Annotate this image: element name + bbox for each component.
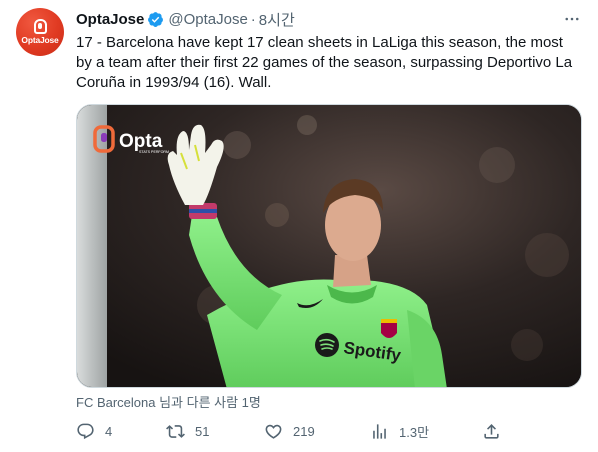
avatar-text: OptaJose xyxy=(21,35,59,45)
tagged-users[interactable]: FC Barcelona 님과 다른 사람 1명 xyxy=(76,392,261,411)
tweet-actions: 4 51 219 1.3만 xyxy=(76,420,506,442)
analytics-icon xyxy=(373,423,386,439)
author-name[interactable]: OptaJose xyxy=(76,11,144,28)
share-button[interactable] xyxy=(482,420,501,442)
reply-button[interactable]: 4 xyxy=(76,420,112,442)
tweet-photo[interactable]: Spotify Opta STATS PERFORM xyxy=(76,104,582,388)
heart-icon xyxy=(265,424,282,439)
separator-dot: · xyxy=(250,10,256,28)
retweet-icon xyxy=(166,424,185,438)
tweet-text: 17 - Barcelona have kept 17 clean sheets… xyxy=(76,34,573,91)
verified-badge-icon xyxy=(148,11,164,27)
tweet[interactable]: OptaJose OptaJose @OptaJose · 8시간 17 - B… xyxy=(0,0,598,452)
opta-logo-icon xyxy=(33,19,47,34)
author-handle[interactable]: @OptaJose xyxy=(168,11,247,28)
avatar[interactable]: OptaJose xyxy=(16,8,64,56)
share-icon xyxy=(484,423,499,439)
reply-count: 4 xyxy=(105,423,113,439)
like-count: 219 xyxy=(293,423,315,439)
goalkeeper-photo: Spotify Opta STATS PERFORM xyxy=(77,105,581,387)
opta-logo-subtext: STATS PERFORM xyxy=(139,150,169,154)
timestamp[interactable]: 8시간 xyxy=(259,9,295,30)
like-button[interactable]: 219 xyxy=(264,420,315,442)
retweet-button[interactable]: 51 xyxy=(166,420,209,442)
reply-icon xyxy=(77,423,94,439)
tweet-header: OptaJose @OptaJose · 8시간 xyxy=(76,9,295,30)
opta-logo-text: Opta xyxy=(119,131,163,152)
views-count: 1.3만 xyxy=(399,424,430,440)
retweet-count: 51 xyxy=(195,423,210,439)
views-button[interactable]: 1.3만 xyxy=(370,420,429,442)
more-options-icon[interactable] xyxy=(562,9,582,29)
